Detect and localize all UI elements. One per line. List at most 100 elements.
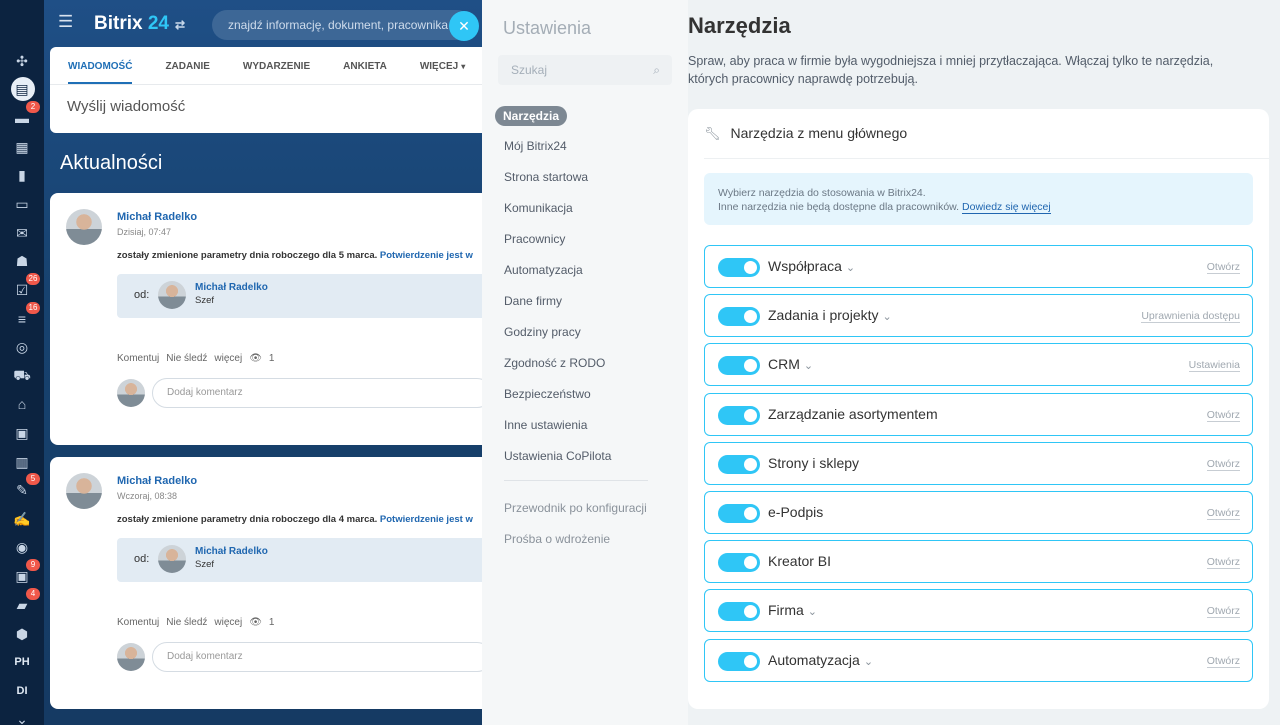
more-link[interactable]: więcej — [214, 617, 242, 628]
more-link[interactable]: więcej — [214, 353, 242, 364]
avatar[interactable] — [66, 473, 102, 509]
tool-toggle[interactable] — [718, 602, 760, 622]
tool-toggle[interactable] — [718, 405, 760, 425]
rail-item-text-ph[interactable]: PH — [0, 648, 44, 676]
rail-item-robot-icon[interactable]: ▰ 4 — [0, 588, 44, 619]
tool-name-wrap[interactable]: Automatyzacja ⌄ — [768, 652, 873, 668]
tool-action-link[interactable]: Otwórz — [1206, 261, 1240, 274]
settings-nav-item[interactable]: Bezpieczeństwo — [504, 387, 591, 401]
tool-name-wrap[interactable]: CRM ⌄ — [768, 356, 813, 372]
feed-area: ☰ Bitrix 24 ⇄ znajdź informację, dokument… — [44, 0, 482, 725]
unfollow-link[interactable]: Nie śledź — [166, 617, 207, 628]
tool-action-link[interactable]: Ustawienia — [1188, 359, 1240, 373]
rail-item-cart-icon[interactable]: ⛟ — [0, 362, 44, 390]
rail-item-document-icon[interactable]: ▮ — [0, 161, 44, 189]
chevron-down-icon[interactable]: ⌄ — [846, 262, 855, 274]
comment-link[interactable]: Komentuj — [117, 353, 159, 364]
rail-item-groups-icon[interactable]: ☗ — [0, 247, 44, 275]
tab-poll[interactable]: ANKIETA — [343, 61, 387, 84]
settings-nav-item[interactable]: Ustawienia CoPilota — [504, 449, 611, 463]
settings-nav-item[interactable]: Narzędzia — [495, 106, 568, 126]
post-author[interactable]: Michał Radelko — [117, 475, 197, 487]
menu-icon[interactable]: ☰ — [58, 12, 73, 32]
tool-name: Kreator BI — [768, 553, 832, 570]
settings-nav-item[interactable]: Inne ustawienia — [504, 418, 587, 432]
post-author[interactable]: Michał Radelko — [117, 211, 197, 223]
rail-item-calendar-icon[interactable]: ▦ — [0, 133, 44, 161]
post-link[interactable]: Potwierdzenie jest w — [380, 250, 473, 261]
rail-item-shop-icon[interactable]: ⌂ — [0, 390, 44, 418]
rail-item-chat-icon[interactable]: ▬ 2 — [0, 101, 44, 132]
tool-toggle[interactable] — [718, 454, 760, 474]
tool-toggle[interactable] — [718, 356, 760, 376]
rail-item-box-icon[interactable]: ⬢ — [0, 620, 44, 648]
settings-nav-item[interactable]: Dane firmy — [504, 294, 562, 308]
settings-nav-item[interactable]: Automatyzacja — [504, 263, 583, 277]
tool-toggle[interactable] — [718, 651, 760, 671]
unfollow-link[interactable]: Nie śledź — [166, 353, 207, 364]
tool-action-link[interactable]: Otwórz — [1206, 605, 1240, 619]
from-name[interactable]: Michał Radelko — [195, 546, 268, 557]
chevron-down-icon[interactable]: ⌄ — [808, 606, 817, 618]
comment-input[interactable]: Dodaj komentarz — [152, 378, 482, 408]
post-link[interactable]: Potwierdzenie jest w — [380, 514, 473, 525]
rail-item-mail-icon[interactable]: ✉ — [0, 219, 44, 247]
tool-action-link[interactable]: Otwórz — [1206, 507, 1240, 520]
rail-item-tasks-icon[interactable]: ☑ 26 — [0, 273, 44, 304]
rail-item-inventory-icon[interactable]: ▣ — [0, 419, 44, 447]
rail-item-drive-icon[interactable]: ▭ — [0, 190, 44, 218]
rail-item-feed-icon[interactable]: ▤ — [0, 75, 44, 103]
settings-nav-item[interactable]: Zgodność z RODO — [504, 356, 605, 370]
settings-nav-item[interactable]: Strona startowa — [504, 170, 588, 184]
tool-toggle[interactable] — [718, 504, 760, 523]
global-search-input[interactable]: znajdź informację, dokument, pracownika — [212, 10, 472, 40]
tool-action-link[interactable]: Otwórz — [1206, 409, 1240, 422]
avatar[interactable] — [158, 545, 186, 573]
avatar[interactable] — [158, 281, 186, 309]
rail-item-sign-icon[interactable]: ✎ 5 — [0, 473, 44, 504]
chevron-down-icon[interactable]: ⌄ — [883, 311, 892, 323]
comment-link[interactable]: Komentuj — [117, 617, 159, 628]
rail-item-target-icon[interactable]: ◎ — [0, 333, 44, 361]
settings-nav-item[interactable]: Komunikacja — [504, 201, 573, 215]
switch-icon[interactable]: ⇄ — [175, 18, 185, 32]
rail-item-text-di[interactable]: DI — [0, 677, 44, 705]
tab-message[interactable]: WIADOMOŚĆ — [68, 61, 133, 84]
settings-search-input[interactable]: Szukaj ⌕ — [498, 55, 672, 85]
tool-toggle[interactable] — [718, 258, 760, 277]
logo-number: 24 — [142, 13, 169, 34]
tool-name-wrap[interactable]: Zadania i projekty ⌄ — [768, 307, 892, 323]
tool-action-link[interactable]: Otwórz — [1206, 556, 1240, 570]
tab-task[interactable]: ZADANIE — [165, 61, 209, 84]
tab-more[interactable]: WIĘCEJ ▾ — [420, 61, 465, 84]
close-slider-button[interactable]: ✕ — [449, 11, 479, 41]
settings-nav-item[interactable]: Mój Bitrix24 — [504, 139, 567, 153]
tool-action-link[interactable]: Otwórz — [1206, 458, 1240, 471]
rail-item-signature-icon[interactable]: ✍ — [0, 505, 44, 533]
tool-name-wrap[interactable]: Firma ⌄ — [768, 602, 817, 618]
settings-nav-item[interactable]: Pracownicy — [504, 232, 565, 246]
tool-toggle[interactable] — [718, 553, 760, 573]
rail-item-bi-icon[interactable]: ◉ — [0, 533, 44, 561]
tool-name-wrap[interactable]: Współpraca ⌄ — [768, 258, 855, 274]
app-logo[interactable]: Bitrix 24 ⇄ — [94, 13, 185, 35]
settings-secondary-item[interactable]: Przewodnik po konfiguracji — [504, 501, 647, 515]
settings-secondary-item[interactable]: Prośba o wdrożenie — [504, 532, 610, 546]
rail-item-crm-icon[interactable]: ≡ 16 — [0, 302, 44, 333]
rail-item-analytics-icon[interactable]: ▥ — [0, 448, 44, 476]
tool-toggle[interactable] — [718, 307, 760, 327]
chevron-down-icon[interactable]: ⌄ — [804, 360, 813, 372]
chevron-down-icon[interactable]: ⌄ — [864, 656, 873, 668]
tool-action-link[interactable]: Uprawnienia dostępu — [1141, 310, 1240, 324]
learn-more-link[interactable]: Dowiedz się więcej — [962, 201, 1051, 214]
rail-item-company-icon[interactable]: ▣ 9 — [0, 559, 44, 590]
avatar[interactable] — [66, 209, 102, 245]
tab-event[interactable]: WYDARZENIE — [243, 61, 310, 84]
from-name[interactable]: Michał Radelko — [195, 282, 268, 293]
comment-input[interactable]: Dodaj komentarz — [152, 642, 482, 672]
send-message-input[interactable]: Wyślij wiadomość — [50, 85, 482, 115]
rail-item-more-icon[interactable]: ⌄ — [0, 705, 44, 725]
settings-nav-item[interactable]: Godziny pracy — [504, 325, 581, 339]
tool-action-link[interactable]: Otwórz — [1206, 655, 1240, 668]
rail-item-grid-icon[interactable]: ✣ — [0, 47, 44, 75]
